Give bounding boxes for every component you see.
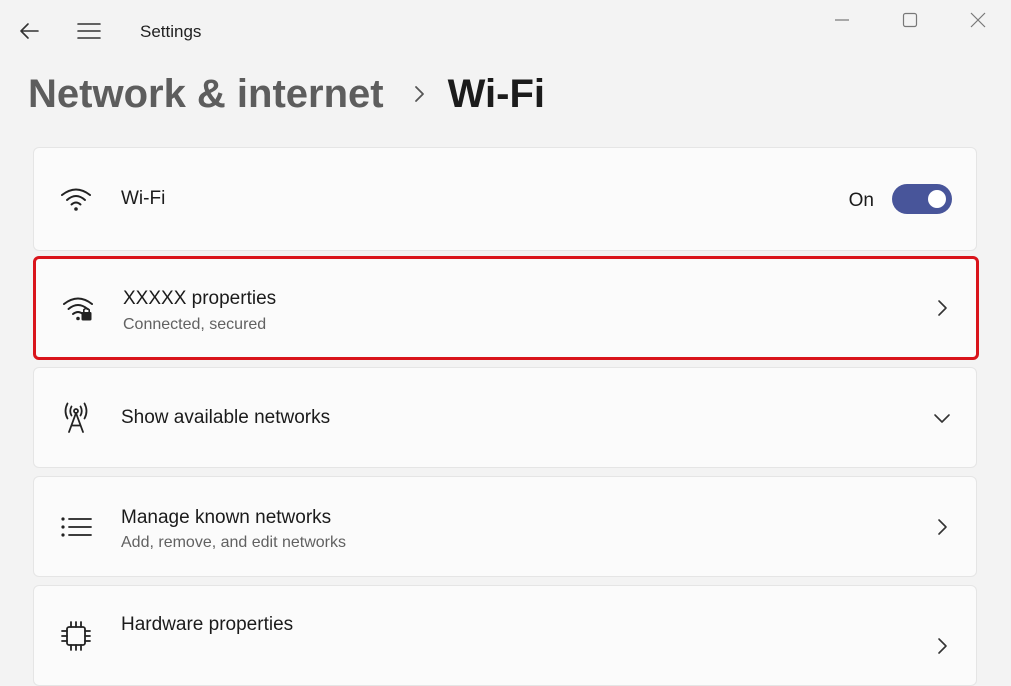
minimize-icon	[835, 19, 849, 21]
wifi-toggle-card: Wi-Fi On	[33, 147, 977, 251]
maximize-icon	[902, 12, 918, 28]
show-available-networks-card[interactable]: Show available networks	[33, 367, 977, 468]
title-bar: Settings	[0, 0, 1011, 64]
back-arrow-icon	[20, 23, 39, 39]
network-properties-title: XXXXX properties	[123, 288, 277, 309]
wifi-label: Wi-Fi	[121, 188, 166, 209]
manage-known-networks-card[interactable]: Manage known networks Add, remove, and e…	[33, 476, 977, 577]
list-icon	[60, 511, 92, 543]
back-button[interactable]	[12, 14, 46, 48]
wifi-icon	[60, 183, 92, 215]
breadcrumb: Network & internet Wi-Fi	[28, 66, 545, 122]
page-title: Wi-Fi	[447, 71, 545, 116]
chevron-right-icon	[414, 86, 424, 102]
breadcrumb-separator	[414, 84, 426, 104]
close-button[interactable]	[948, 0, 1008, 40]
hardware-properties-label: Hardware properties	[121, 614, 294, 635]
chevron-right-icon	[932, 636, 952, 656]
network-status-text: Connected, secured	[123, 316, 267, 333]
hamburger-menu-icon	[77, 23, 101, 39]
show-available-networks-label: Show available networks	[121, 407, 331, 428]
close-icon	[970, 12, 986, 28]
maximize-button[interactable]	[880, 0, 940, 40]
wifi-lock-icon	[62, 292, 94, 324]
chevron-right-icon	[932, 517, 952, 537]
network-properties-card[interactable]: XXXXX properties Connected, secured	[33, 256, 979, 360]
hardware-properties-card[interactable]: Hardware properties	[33, 585, 977, 686]
wifi-toggle-switch[interactable]	[892, 184, 952, 214]
navigation-menu-button[interactable]	[72, 14, 106, 48]
toggle-knob	[928, 190, 946, 208]
manage-known-networks-label: Manage known networks	[121, 507, 332, 528]
chip-icon	[60, 620, 92, 652]
chevron-right-icon	[932, 298, 952, 318]
wifi-toggle-state-label: On	[848, 190, 874, 211]
chevron-down-icon	[932, 408, 952, 428]
breadcrumb-parent-link[interactable]: Network & internet	[28, 72, 384, 117]
manage-known-networks-description: Add, remove, and edit networks	[121, 534, 347, 551]
antenna-tower-icon	[60, 402, 92, 434]
minimize-button[interactable]	[812, 0, 872, 40]
app-title: Settings	[140, 22, 202, 41]
